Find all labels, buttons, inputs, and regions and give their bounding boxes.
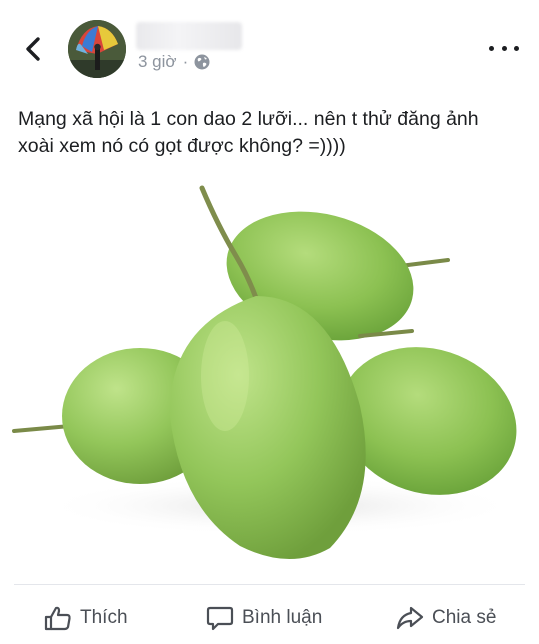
mango-photo-image bbox=[12, 185, 520, 560]
more-dot bbox=[501, 45, 507, 51]
like-button[interactable]: Thích bbox=[44, 602, 128, 634]
thumbs-up-icon bbox=[44, 606, 71, 631]
post-text-line-2: xoài xem nó có gọt được không? =)))) bbox=[18, 135, 346, 157]
comment-label: Bình luận bbox=[242, 607, 323, 628]
like-label: Thích bbox=[80, 607, 128, 628]
post-photo[interactable] bbox=[0, 176, 539, 580]
more-options-button[interactable] bbox=[489, 38, 519, 58]
share-button[interactable]: Chia sẻ bbox=[396, 602, 496, 634]
share-label: Chia sẻ bbox=[432, 607, 497, 628]
post-header: 3 giờ · bbox=[0, 0, 539, 92]
post-text: Mạng xã hội là 1 con dao 2 lưỡi... nên t… bbox=[18, 106, 523, 160]
post-action-bar: Thích Bình luận Chia sẻ bbox=[0, 596, 539, 640]
comment-button[interactable]: Bình luận bbox=[206, 602, 322, 634]
author-avatar[interactable] bbox=[68, 20, 126, 78]
more-dot bbox=[514, 45, 519, 51]
post-meta: 3 giờ · bbox=[138, 52, 210, 72]
back-button[interactable] bbox=[18, 34, 48, 64]
post-text-line-1: Mạng xã hội là 1 con dao 2 lưỡi... nên t… bbox=[18, 108, 479, 130]
comment-bubble-icon bbox=[206, 606, 234, 631]
globe-icon bbox=[194, 54, 210, 70]
meta-separator: · bbox=[182, 52, 189, 71]
avatar-image bbox=[68, 20, 126, 78]
post-time[interactable]: 3 giờ bbox=[138, 52, 177, 72]
share-arrow-icon bbox=[396, 606, 424, 630]
author-name-redacted[interactable] bbox=[136, 22, 242, 50]
action-divider bbox=[14, 584, 525, 585]
more-horizontal-icon bbox=[489, 45, 494, 51]
chevron-left-icon bbox=[26, 37, 40, 61]
